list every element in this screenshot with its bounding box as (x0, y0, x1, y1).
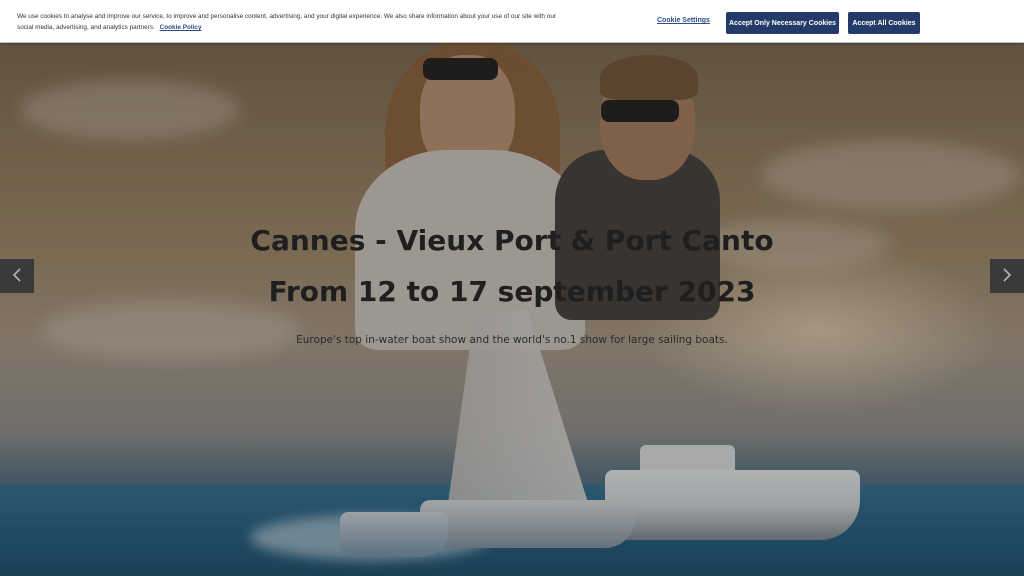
cookie-settings-link[interactable]: Cookie Settings (657, 17, 710, 24)
chevron-left-icon (11, 263, 23, 289)
carousel-next-button[interactable] (990, 259, 1024, 293)
cookie-banner-text: We use cookies to analyse and improve ou… (17, 13, 556, 31)
hero-dates: From 12 to 17 september 2023 (268, 275, 756, 308)
chevron-right-icon (1001, 263, 1013, 289)
carousel-prev-button[interactable] (0, 259, 34, 293)
hero-subtitle: Europe's top in-water boat show and the … (296, 334, 728, 346)
cookie-banner: We use cookies to analyse and improve ou… (0, 0, 1024, 43)
accept-all-cookies-button[interactable]: Accept All Cookies (848, 12, 920, 34)
accept-necessary-cookies-button[interactable]: Accept Only Necessary Cookies (726, 12, 839, 34)
hero-title: Cannes - Vieux Port & Port Canto (250, 224, 774, 257)
cookie-policy-link[interactable]: Cookie Policy (160, 24, 202, 31)
